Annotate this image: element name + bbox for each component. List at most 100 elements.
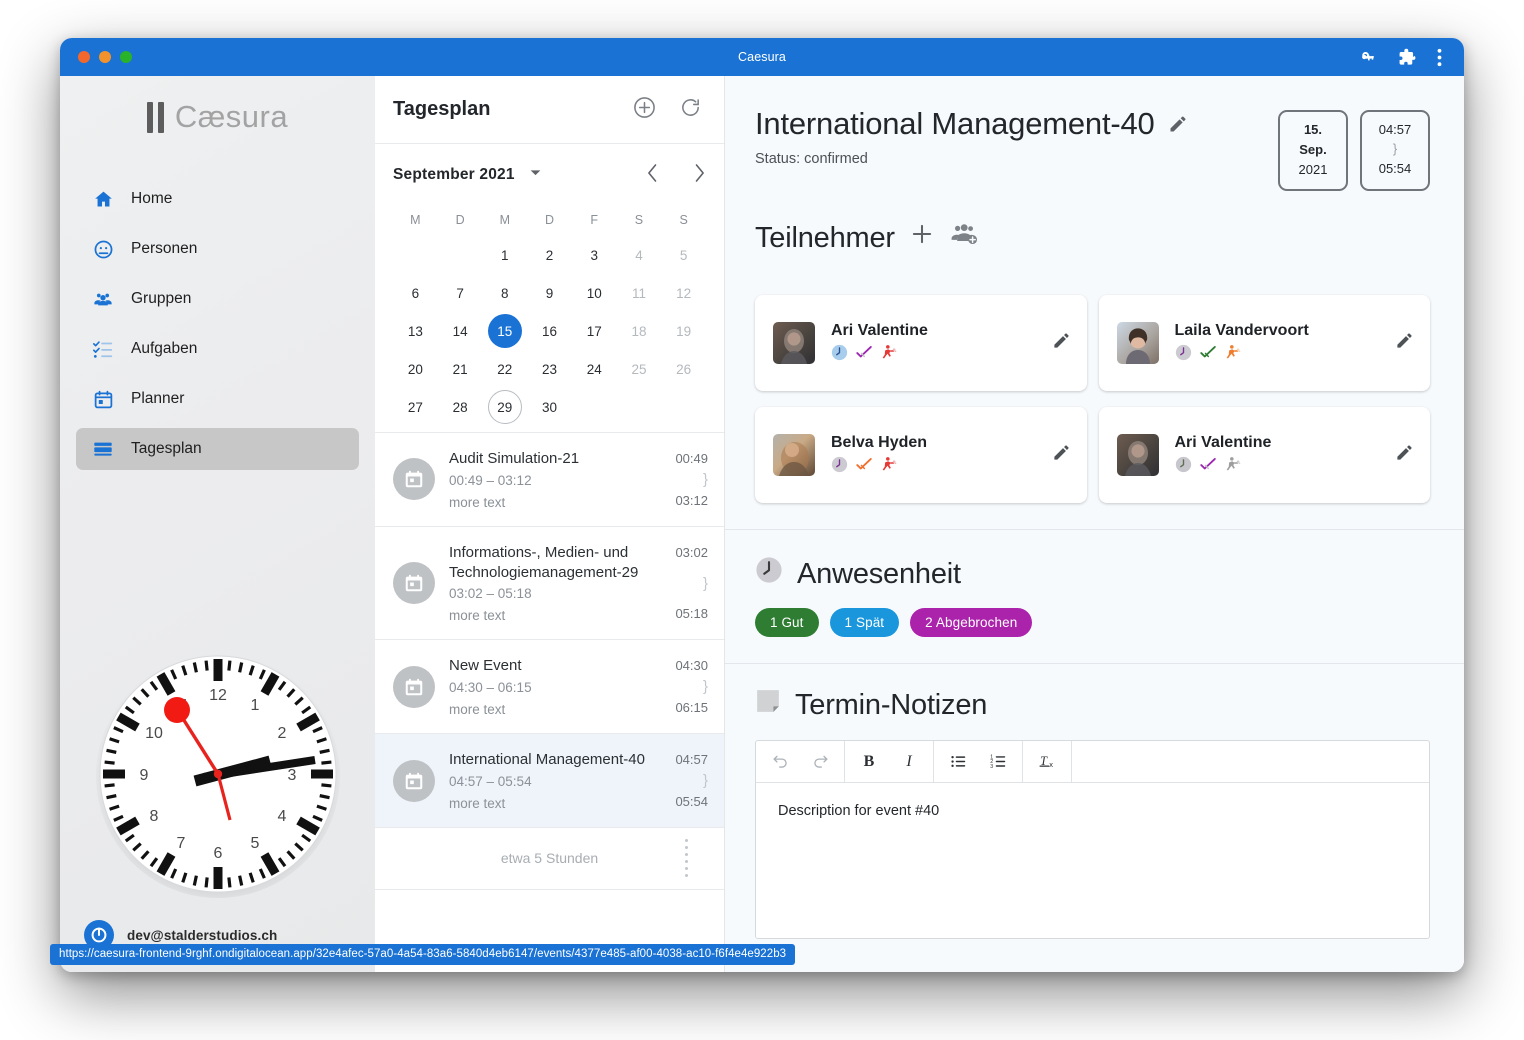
calendar-day[interactable]: 23 — [527, 350, 572, 388]
maximize-window-button[interactable] — [120, 51, 132, 63]
undo-button[interactable] — [760, 742, 800, 782]
clear-format-button[interactable]: Tx — [1027, 742, 1067, 782]
participant-card[interactable]: Ari Valentine — [1098, 407, 1430, 504]
drag-handle-icon[interactable] — [685, 839, 688, 878]
participant-card[interactable]: Ari Valentine — [755, 295, 1087, 392]
calendar-week: 6 7 8 9 10 11 12 — [393, 274, 706, 312]
extension-puzzle-icon[interactable] — [1398, 48, 1417, 67]
event-body: Informations-, Medien- und Technologiema… — [449, 543, 661, 624]
event-title-text: International Management-40 — [755, 106, 1155, 141]
calendar-day[interactable]: 7 — [438, 274, 483, 312]
group-add-icon[interactable] — [949, 221, 979, 255]
calendar-day[interactable]: 9 — [527, 274, 572, 312]
close-window-button[interactable] — [78, 51, 90, 63]
list-item[interactable]: Audit Simulation-21 00:49 – 03:12 more t… — [375, 433, 724, 527]
clock-icon — [831, 344, 848, 366]
calendar-day[interactable]: 4 — [617, 236, 662, 274]
tagesplan-panel: Tagesplan September 2021 M D M D F S S 1… — [375, 76, 725, 972]
calendar-day[interactable]: 26 — [661, 350, 706, 388]
chevron-down-icon[interactable] — [529, 166, 542, 184]
avatar — [1116, 434, 1159, 477]
event-status: Status: confirmed — [755, 151, 868, 167]
event-end-time: 05:54 — [675, 793, 708, 809]
numbered-list-button[interactable]: 123 — [978, 742, 1018, 782]
key-icon[interactable] — [1358, 47, 1378, 67]
add-circle-icon[interactable] — [632, 95, 657, 125]
participant-card[interactable]: Belva Hyden — [755, 407, 1087, 504]
editor-content[interactable]: Description for event #40 — [756, 783, 1429, 938]
list-item[interactable]: Informations-, Medien- und Technologiema… — [375, 527, 724, 641]
pencil-icon[interactable] — [1395, 443, 1414, 467]
calendar-day[interactable]: 21 — [438, 350, 483, 388]
event-list-footer: etwa 5 Stunden — [375, 828, 724, 890]
calendar-day[interactable]: 14 — [438, 312, 483, 350]
calendar-day[interactable] — [438, 236, 483, 274]
italic-button[interactable]: I — [889, 742, 929, 782]
status-bar-url: https://caesura-frontend-9rghf.ondigital… — [50, 944, 796, 965]
chevron-left-icon[interactable] — [646, 163, 659, 188]
calendar-day[interactable]: 3 — [572, 236, 617, 274]
chevron-right-icon[interactable] — [693, 163, 706, 188]
rich-text-editor: B I 123 T x Description for event #40 — [755, 740, 1430, 940]
kebab-menu-icon[interactable] — [1437, 48, 1442, 67]
calendar-day-selected[interactable]: 15 — [482, 312, 527, 350]
minimize-window-button[interactable] — [99, 51, 111, 63]
sidebar-item-planner[interactable]: Planner — [76, 378, 359, 420]
bold-button[interactable]: B — [849, 742, 889, 782]
window-title: Caesura — [738, 50, 786, 64]
calendar-day[interactable]: 11 — [617, 274, 662, 312]
calendar-day[interactable]: 6 — [393, 274, 438, 312]
calendar-day[interactable]: 5 — [661, 236, 706, 274]
refresh-icon[interactable] — [679, 96, 702, 124]
calendar-day[interactable]: 28 — [438, 388, 483, 426]
calendar-day[interactable]: 22 — [482, 350, 527, 388]
sidebar-item-aufgaben[interactable]: Aufgaben — [76, 328, 359, 370]
event-more-text: more text — [449, 608, 506, 624]
date-time-boxes: 15. Sep. 2021 04:57 } 05:54 — [1278, 106, 1430, 192]
pencil-icon[interactable] — [1052, 331, 1071, 355]
calendar-day[interactable]: 27 — [393, 388, 438, 426]
sidebar-item-home[interactable]: Home — [76, 178, 359, 220]
sidebar-item-tagesplan[interactable]: Tagesplan — [76, 428, 359, 470]
list-item-selected[interactable]: International Management-40 04:57 – 05:5… — [375, 734, 724, 828]
list-item[interactable]: New Event 04:30 – 06:15 more text 04:30 … — [375, 640, 724, 735]
sidebar-item-gruppen[interactable]: Gruppen — [76, 278, 359, 320]
calendar-day[interactable]: 25 — [617, 350, 662, 388]
window-controls[interactable] — [78, 51, 132, 63]
calendar-day[interactable]: 19 — [661, 312, 706, 350]
calendar-day[interactable]: 16 — [527, 312, 572, 350]
participant-card[interactable]: Laila Vandervoort — [1098, 295, 1430, 392]
participants-actions — [909, 221, 979, 255]
calendar-day[interactable]: 30 — [527, 388, 572, 426]
bullet-list-button[interactable] — [938, 742, 978, 782]
calendar-day[interactable]: 1 — [482, 236, 527, 274]
event-list: Audit Simulation-21 00:49 – 03:12 more t… — [375, 432, 724, 890]
calendar-day[interactable]: 18 — [617, 312, 662, 350]
calendar-day[interactable]: 10 — [572, 274, 617, 312]
plus-icon[interactable] — [909, 221, 935, 255]
calendar-month-label[interactable]: September 2021 — [393, 166, 515, 184]
redo-button[interactable] — [800, 742, 840, 782]
event-start-time: 00:49 — [675, 451, 708, 466]
time-box: 04:57 } 05:54 — [1360, 110, 1430, 192]
status-badge[interactable]: 1 Gut — [755, 608, 819, 638]
calendar-day[interactable] — [393, 236, 438, 274]
status-badge[interactable]: 1 Spät — [829, 608, 900, 638]
sidebar-item-personen[interactable]: Personen — [76, 228, 359, 270]
participant-status-icons — [831, 456, 1036, 477]
pencil-icon[interactable] — [1052, 443, 1071, 467]
calendar-day[interactable]: 20 — [393, 350, 438, 388]
event-title: Informations-, Medien- und Technologiema… — [449, 543, 639, 581]
calendar-day[interactable]: 2 — [527, 236, 572, 274]
calendar-day[interactable]: 17 — [572, 312, 617, 350]
calendar-day[interactable]: 13 — [393, 312, 438, 350]
calendar-day-today[interactable]: 29 — [482, 388, 527, 426]
calendar: September 2021 M D M D F S S 1 2 3 4 5 6… — [375, 144, 724, 432]
svg-text:1: 1 — [250, 697, 259, 714]
calendar-day[interactable]: 12 — [661, 274, 706, 312]
calendar-day[interactable]: 8 — [482, 274, 527, 312]
calendar-day[interactable]: 24 — [572, 350, 617, 388]
pencil-icon[interactable] — [1395, 331, 1414, 355]
pencil-icon[interactable] — [1168, 106, 1188, 142]
status-badge[interactable]: 2 Abgebrochen — [910, 608, 1033, 638]
